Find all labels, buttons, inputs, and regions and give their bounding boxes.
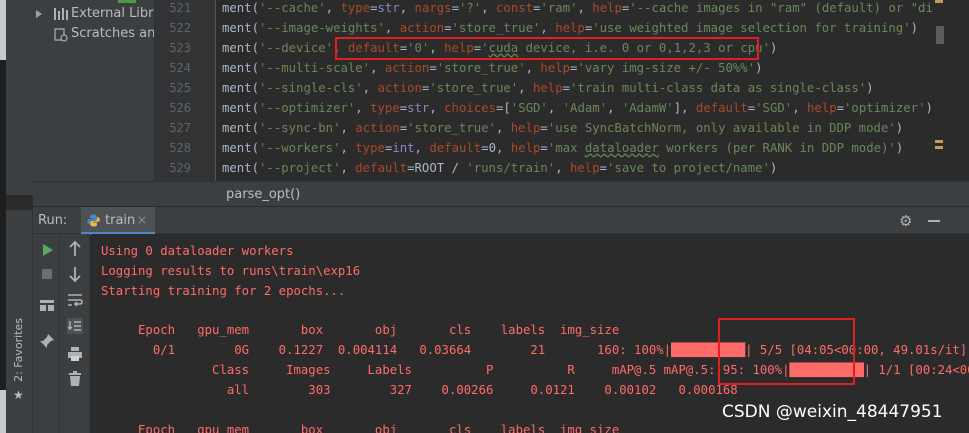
close-icon[interactable]: × (137, 213, 147, 227)
line-number-gutter: 521 522 523 524 525 526 527 528 529 (154, 0, 216, 181)
library-icon (54, 8, 70, 20)
star-icon[interactable]: ★ (13, 388, 24, 402)
tab-label: train (105, 213, 136, 228)
console-line: all 303 327 0.00266 0.0121 0.00102 0.000… (101, 383, 738, 397)
line-number: 528 (169, 141, 191, 155)
tree-item-external-libraries[interactable]: External Librar (6, 5, 167, 25)
code-line[interactable]: ment('--workers', type=int, default=0, h… (222, 138, 903, 158)
run-panel-header: Run: train × ⚙ (33, 206, 969, 235)
line-number: 521 (169, 1, 191, 15)
annotation-box (718, 318, 855, 385)
favorites-bar: 2: Favorites ★ (6, 210, 33, 433)
project-tree: External Librar Scratches and (6, 0, 167, 195)
tree-scroll-indicator (118, 0, 136, 3)
line-number: 523 (169, 41, 191, 55)
line-number: 527 (169, 121, 191, 135)
scrollbar-thumb[interactable] (936, 26, 944, 44)
tree-item-label: External Librar (71, 6, 167, 21)
trash-icon[interactable] (66, 370, 84, 388)
code-line[interactable]: ment('--optimizer', type=str, choices=['… (222, 98, 932, 118)
scroll-down-icon[interactable] (66, 265, 84, 283)
console-line: Starting training for 2 epochs... (101, 284, 346, 298)
code-line[interactable]: ment('--cache', type=str, nargs='?', con… (222, 0, 932, 18)
expand-arrow-icon[interactable] (36, 10, 42, 18)
console-line: Using 0 dataloader workers (101, 244, 294, 258)
tree-item-label: Scratches and (71, 26, 164, 41)
scroll-marker (935, 0, 943, 3)
scroll-to-end-icon[interactable] (66, 317, 84, 335)
scroll-marker (935, 140, 943, 143)
code-line[interactable]: ment('--single-cls', action='store_true'… (222, 78, 874, 98)
soft-wrap-icon[interactable] (66, 291, 84, 309)
run-toolbar-primary (33, 234, 60, 433)
print-icon[interactable] (66, 345, 84, 363)
minimize-icon[interactable] (928, 220, 940, 222)
pin-icon[interactable] (38, 332, 56, 350)
python-icon (87, 214, 100, 227)
layout-icon[interactable] (38, 297, 56, 315)
tab-train[interactable]: train × (81, 207, 155, 235)
code-line[interactable]: ment('--project', default=ROOT / 'runs/t… (222, 158, 777, 178)
run-toolbar-secondary (60, 234, 90, 433)
code-line[interactable]: ment('--image-weights', action='store_tr… (222, 18, 918, 38)
line-number: 526 (169, 101, 191, 115)
scroll-up-icon[interactable] (66, 240, 84, 258)
stop-icon[interactable] (38, 265, 56, 283)
tree-item-scratches[interactable]: Scratches and (6, 25, 164, 45)
code-editor[interactable]: ment('--cache', type=str, nargs='?', con… (217, 0, 932, 181)
run-label: Run: (38, 213, 68, 228)
breadcrumb: parse_opt() (33, 181, 969, 206)
rerun-icon[interactable] (38, 241, 56, 259)
line-number: 522 (169, 21, 191, 35)
scratches-icon (54, 28, 68, 42)
console-line: Logging results to runs\train\exp16 (101, 264, 361, 278)
line-number: 524 (169, 61, 191, 75)
breadcrumb-item[interactable]: parse_opt() (226, 187, 300, 202)
code-line[interactable]: ment('--sync-bn', action='store_true', h… (222, 118, 903, 138)
code-line[interactable]: ment('--multi-scale', action='store_true… (222, 58, 763, 78)
line-number: 529 (169, 161, 191, 175)
favorites-tab[interactable]: 2: Favorites (12, 318, 26, 382)
annotation-box (335, 37, 759, 60)
editor-scrollbar[interactable] (932, 0, 969, 181)
console-line: Epoch gpu_mem box obj cls labels img_siz… (101, 323, 620, 337)
console-line: Epoch gpu_mem box obj cls labels img_siz… (101, 423, 620, 433)
watermark: CSDN @weixin_48447951 (722, 402, 943, 422)
scroll-marker (935, 146, 943, 149)
gear-icon[interactable]: ⚙ (899, 212, 912, 230)
line-number: 525 (169, 81, 191, 95)
